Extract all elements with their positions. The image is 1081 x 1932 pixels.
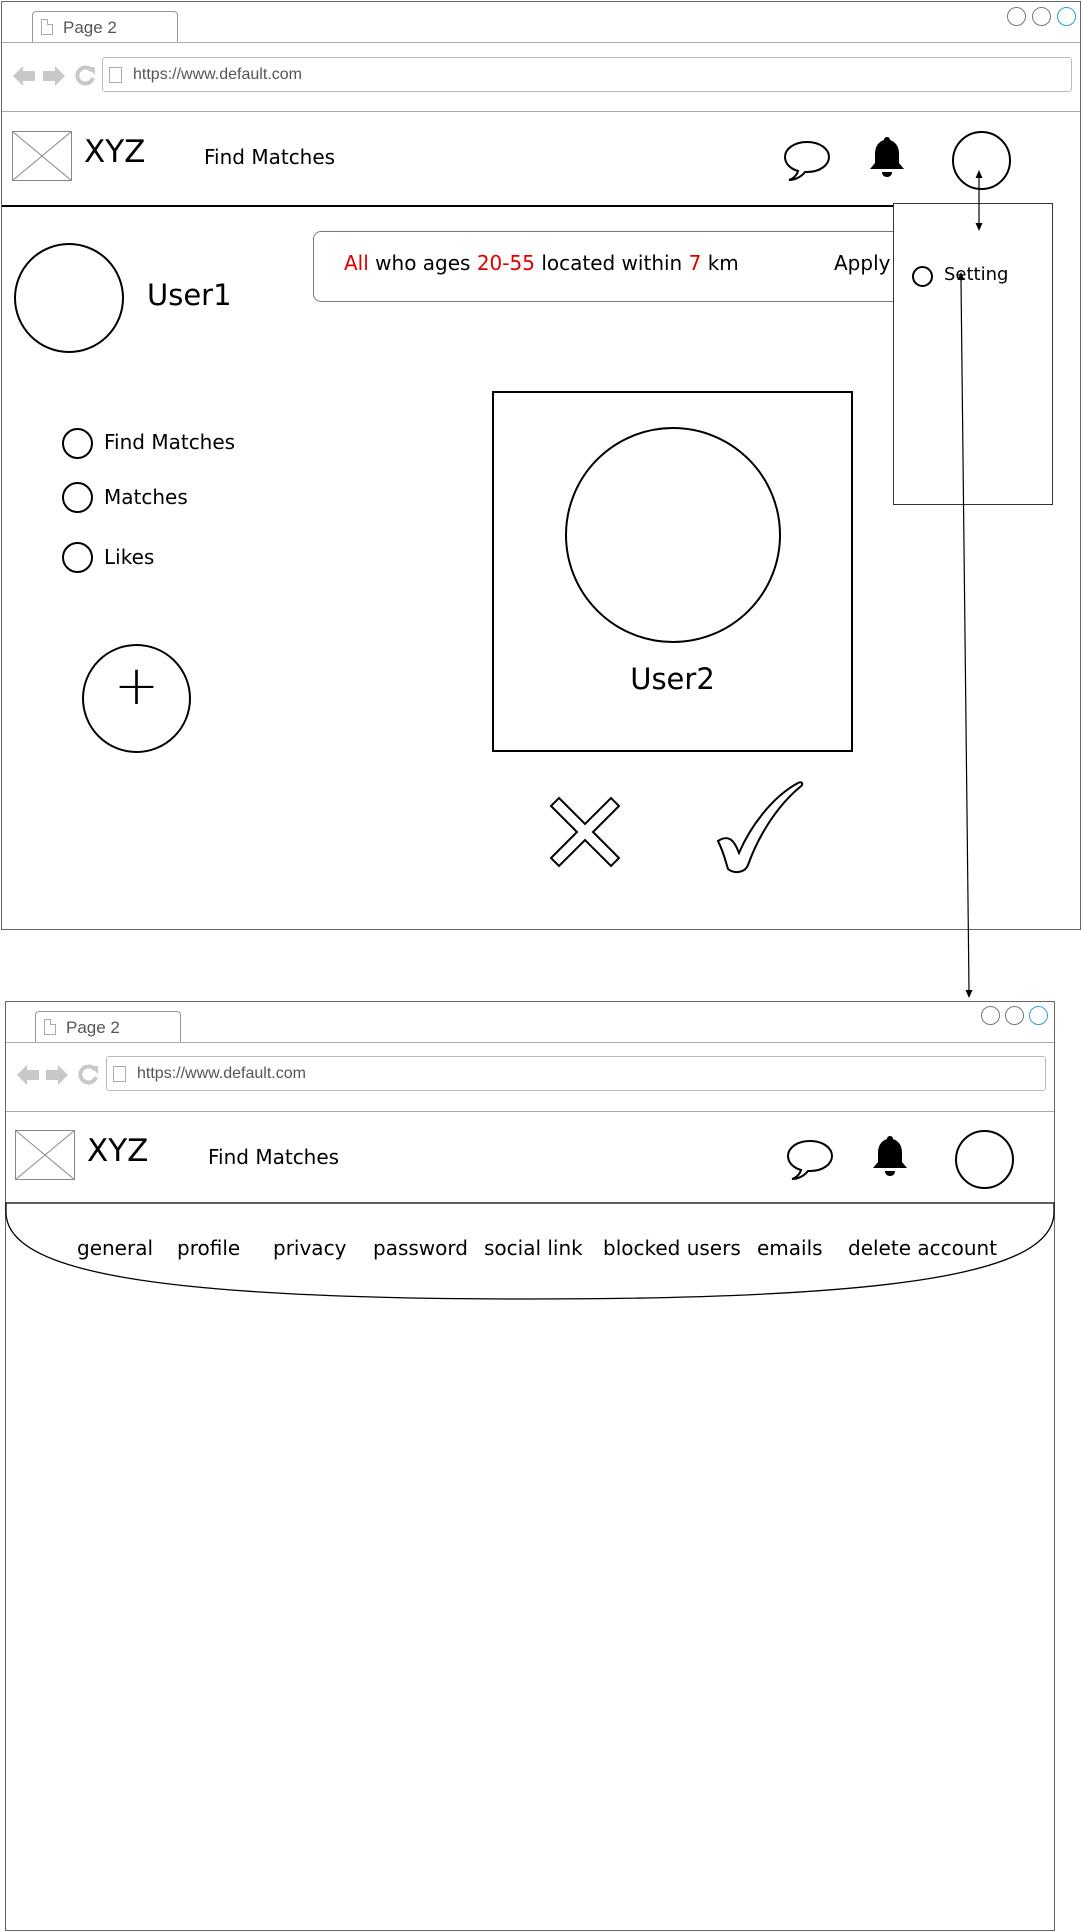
profile-avatar-button[interactable] xyxy=(955,1130,1014,1189)
maximize-control[interactable] xyxy=(1005,1006,1024,1025)
flow-arrows xyxy=(957,170,983,998)
close-control[interactable] xyxy=(1029,1006,1048,1025)
minimize-control[interactable] xyxy=(981,1006,1000,1025)
chat-bubble-icon[interactable] xyxy=(785,1138,835,1182)
tab-label: Page 2 xyxy=(66,1018,120,1037)
nav-find-matches[interactable]: Find Matches xyxy=(208,1145,339,1169)
bell-icon[interactable] xyxy=(871,1134,909,1178)
brand-name: XYZ xyxy=(87,1133,149,1169)
settings-tab-social-link[interactable]: social link xyxy=(484,1236,583,1260)
logo-image-icon xyxy=(15,1130,75,1180)
settings-tab-emails[interactable]: emails xyxy=(757,1236,823,1260)
toolbar-divider xyxy=(6,1111,1054,1112)
url-text: https://www.default.com xyxy=(137,1065,306,1082)
back-arrow-icon[interactable] xyxy=(16,1064,40,1086)
forward-arrow-icon[interactable] xyxy=(45,1064,69,1086)
settings-tab-blocked-users[interactable]: blocked users xyxy=(603,1236,741,1260)
settings-tab-privacy[interactable]: privacy xyxy=(273,1236,346,1260)
settings-tab-delete-account[interactable]: delete account xyxy=(848,1236,997,1260)
reload-icon[interactable] xyxy=(77,1064,99,1086)
browser-window-settings: Page 2 https://www.default.com XYZ Find … xyxy=(5,1001,1055,1931)
settings-tab-general[interactable]: general xyxy=(77,1236,153,1260)
settings-tab-password[interactable]: password xyxy=(373,1236,468,1260)
browser-tab[interactable]: Page 2 xyxy=(35,1011,181,1043)
tab-bar-divider xyxy=(6,1042,1054,1043)
settings-tab-profile[interactable]: profile xyxy=(177,1236,240,1260)
page-icon xyxy=(113,1066,126,1082)
page-icon xyxy=(44,1019,56,1035)
url-bar[interactable]: https://www.default.com xyxy=(106,1056,1046,1091)
